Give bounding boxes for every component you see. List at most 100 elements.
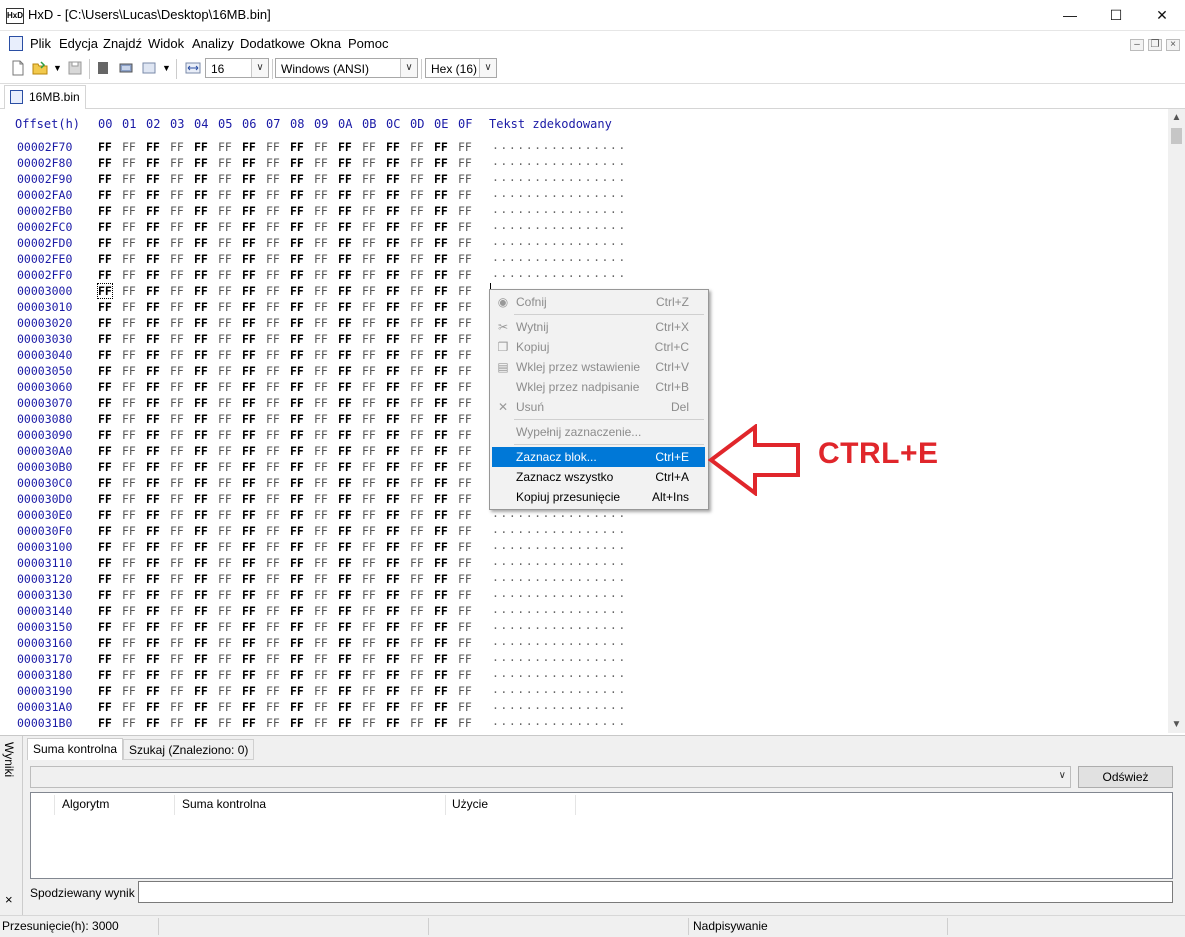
- hex-byte[interactable]: FF: [170, 444, 184, 458]
- hex-byte[interactable]: FF: [122, 524, 136, 538]
- hex-byte[interactable]: FF: [410, 156, 424, 170]
- hex-byte[interactable]: FF: [410, 476, 424, 490]
- hex-byte[interactable]: FF: [170, 572, 184, 586]
- hex-byte[interactable]: FF: [386, 316, 400, 330]
- hex-byte[interactable]: FF: [122, 460, 136, 474]
- hex-byte[interactable]: FF: [122, 428, 136, 442]
- hex-byte[interactable]: FF: [362, 412, 376, 426]
- hex-byte[interactable]: FF: [146, 236, 160, 250]
- hex-byte[interactable]: FF: [314, 556, 328, 570]
- document-icon[interactable]: [9, 36, 23, 51]
- hex-byte[interactable]: FF: [266, 508, 280, 522]
- hex-byte[interactable]: FF: [410, 332, 424, 346]
- hex-byte[interactable]: FF: [362, 508, 376, 522]
- hex-byte[interactable]: FF: [386, 620, 400, 634]
- hex-byte[interactable]: FF: [122, 620, 136, 634]
- hex-byte[interactable]: FF: [410, 364, 424, 378]
- hex-byte[interactable]: FF: [218, 172, 232, 186]
- hex-byte[interactable]: FF: [458, 460, 472, 474]
- algorithm-select[interactable]: ∨: [30, 766, 1071, 788]
- hex-byte[interactable]: FF: [386, 716, 400, 730]
- hex-byte[interactable]: FF: [170, 156, 184, 170]
- hex-byte[interactable]: FF: [98, 172, 112, 186]
- menu-item-select-block[interactable]: Zaznacz blok... Ctrl+E: [492, 447, 705, 467]
- decoded-text[interactable]: ................: [492, 602, 627, 616]
- hex-byte[interactable]: FF: [218, 620, 232, 634]
- hex-byte[interactable]: FF: [290, 540, 304, 554]
- hex-byte[interactable]: FF: [194, 572, 208, 586]
- hex-byte[interactable]: FF: [314, 716, 328, 730]
- hex-byte[interactable]: FF: [362, 684, 376, 698]
- hex-byte[interactable]: FF: [146, 268, 160, 282]
- hex-byte[interactable]: FF: [362, 332, 376, 346]
- hex-byte[interactable]: FF: [362, 652, 376, 666]
- hex-byte[interactable]: FF: [458, 252, 472, 266]
- minimize-button[interactable]: —: [1047, 0, 1093, 30]
- hex-byte[interactable]: FF: [362, 172, 376, 186]
- hex-byte[interactable]: FF: [170, 348, 184, 362]
- menu-znajdz[interactable]: Znajdź: [103, 36, 142, 51]
- hex-byte[interactable]: FF: [98, 700, 112, 714]
- hex-byte[interactable]: FF: [314, 316, 328, 330]
- hex-byte[interactable]: FF: [194, 588, 208, 602]
- menu-item-paste-insert[interactable]: ▤ Wklej przez wstawienie Ctrl+V: [492, 357, 705, 377]
- hex-byte[interactable]: FF: [338, 204, 352, 218]
- hex-byte[interactable]: FF: [434, 604, 448, 618]
- hex-byte[interactable]: FF: [410, 252, 424, 266]
- hex-byte[interactable]: FF: [434, 652, 448, 666]
- hex-byte[interactable]: FF: [338, 636, 352, 650]
- document-tab[interactable]: 16MB.bin: [4, 85, 86, 109]
- hex-byte[interactable]: FF: [386, 460, 400, 474]
- hex-byte[interactable]: FF: [218, 668, 232, 682]
- hex-byte[interactable]: FF: [362, 620, 376, 634]
- hex-byte[interactable]: FF: [194, 700, 208, 714]
- hex-byte[interactable]: FF: [218, 604, 232, 618]
- hex-byte[interactable]: FF: [194, 380, 208, 394]
- hex-byte[interactable]: FF: [434, 556, 448, 570]
- hex-byte[interactable]: FF: [242, 716, 256, 730]
- hex-byte[interactable]: FF: [386, 156, 400, 170]
- hex-byte[interactable]: FF: [458, 156, 472, 170]
- hex-byte[interactable]: FF: [218, 444, 232, 458]
- decoded-text[interactable]: ................: [492, 554, 627, 568]
- hex-byte[interactable]: FF: [242, 412, 256, 426]
- hex-byte[interactable]: FF: [386, 556, 400, 570]
- hex-byte[interactable]: FF: [194, 188, 208, 202]
- hex-byte[interactable]: FF: [122, 156, 136, 170]
- hex-byte[interactable]: FF: [290, 236, 304, 250]
- hex-byte[interactable]: FF: [122, 268, 136, 282]
- hex-byte[interactable]: FF: [194, 220, 208, 234]
- hex-byte[interactable]: FF: [458, 348, 472, 362]
- menu-item-undo[interactable]: ◉ Cofnij Ctrl+Z: [492, 292, 705, 312]
- hex-byte[interactable]: FF: [290, 268, 304, 282]
- hex-byte[interactable]: FF: [410, 604, 424, 618]
- hex-byte[interactable]: FF: [170, 364, 184, 378]
- hex-byte[interactable]: FF: [146, 204, 160, 218]
- hex-byte[interactable]: FF: [146, 380, 160, 394]
- hex-byte[interactable]: FF: [362, 492, 376, 506]
- hex-byte[interactable]: FF: [290, 588, 304, 602]
- hex-byte[interactable]: FF: [266, 220, 280, 234]
- mdi-close-button[interactable]: ×: [1166, 39, 1180, 51]
- hex-byte[interactable]: FF: [194, 620, 208, 634]
- hex-byte[interactable]: FF: [194, 444, 208, 458]
- hex-byte[interactable]: FF: [434, 620, 448, 634]
- hex-byte[interactable]: FF: [242, 636, 256, 650]
- hex-byte[interactable]: FF: [458, 444, 472, 458]
- hex-byte[interactable]: FF: [170, 540, 184, 554]
- hex-byte[interactable]: FF: [146, 604, 160, 618]
- hex-byte[interactable]: FF: [98, 428, 112, 442]
- hex-byte[interactable]: FF: [194, 636, 208, 650]
- hex-byte[interactable]: FF: [98, 268, 112, 282]
- hex-byte[interactable]: FF: [410, 284, 424, 298]
- hex-byte[interactable]: FF: [98, 140, 112, 154]
- hex-byte[interactable]: FF: [122, 652, 136, 666]
- hex-byte[interactable]: FF: [98, 380, 112, 394]
- hex-byte[interactable]: FF: [266, 700, 280, 714]
- menu-item-fill-selection[interactable]: Wypełnij zaznaczenie...: [492, 422, 705, 442]
- hex-byte[interactable]: FF: [170, 204, 184, 218]
- hex-byte[interactable]: FF: [242, 364, 256, 378]
- hex-byte[interactable]: FF: [434, 188, 448, 202]
- hex-byte[interactable]: FF: [266, 460, 280, 474]
- hex-byte[interactable]: FF: [98, 588, 112, 602]
